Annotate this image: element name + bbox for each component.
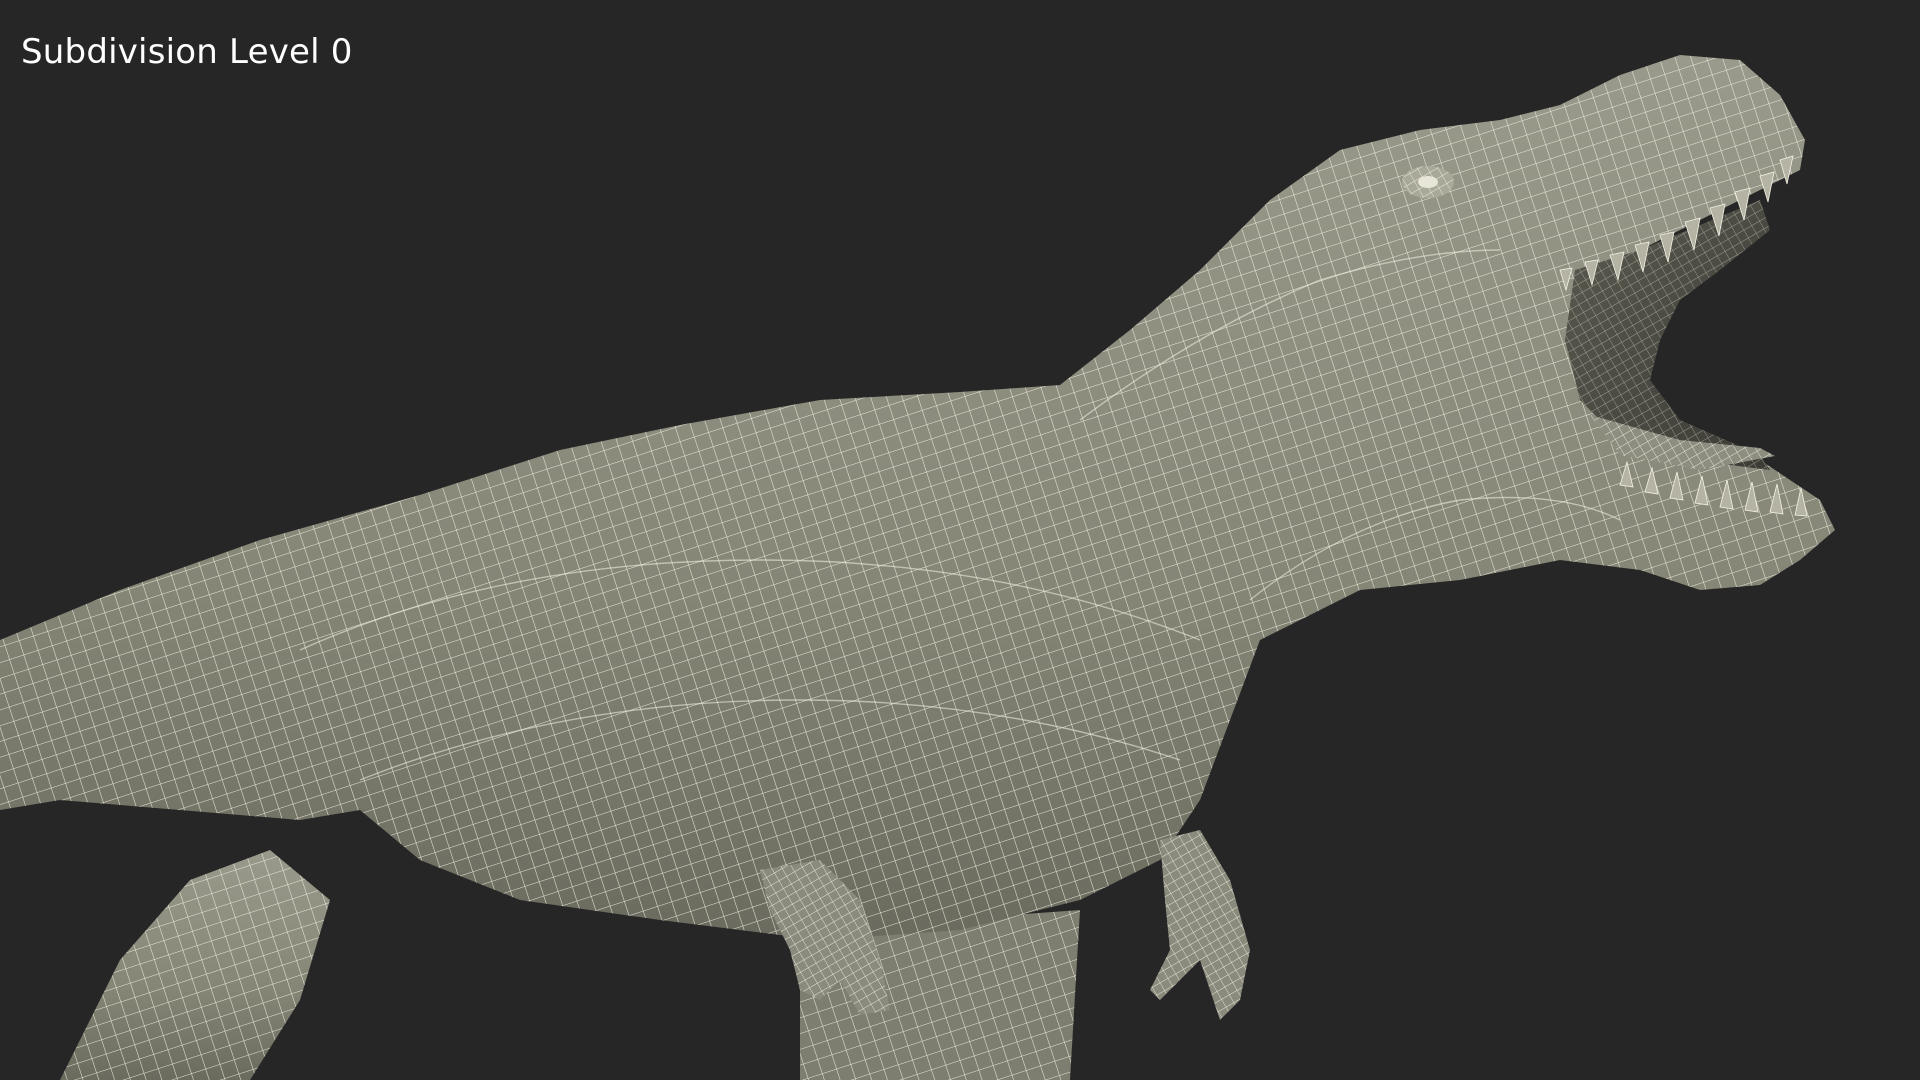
claw <box>1150 830 1250 1020</box>
eye <box>1402 166 1454 198</box>
subdivision-level-label: Subdivision Level 0 <box>21 32 353 72</box>
hind-leg <box>60 850 330 1080</box>
dinosaur-wireframe-model <box>0 55 1835 1080</box>
render-viewport: Subdivision Level 0 <box>0 0 1920 1080</box>
dinosaur-body <box>0 55 1835 940</box>
